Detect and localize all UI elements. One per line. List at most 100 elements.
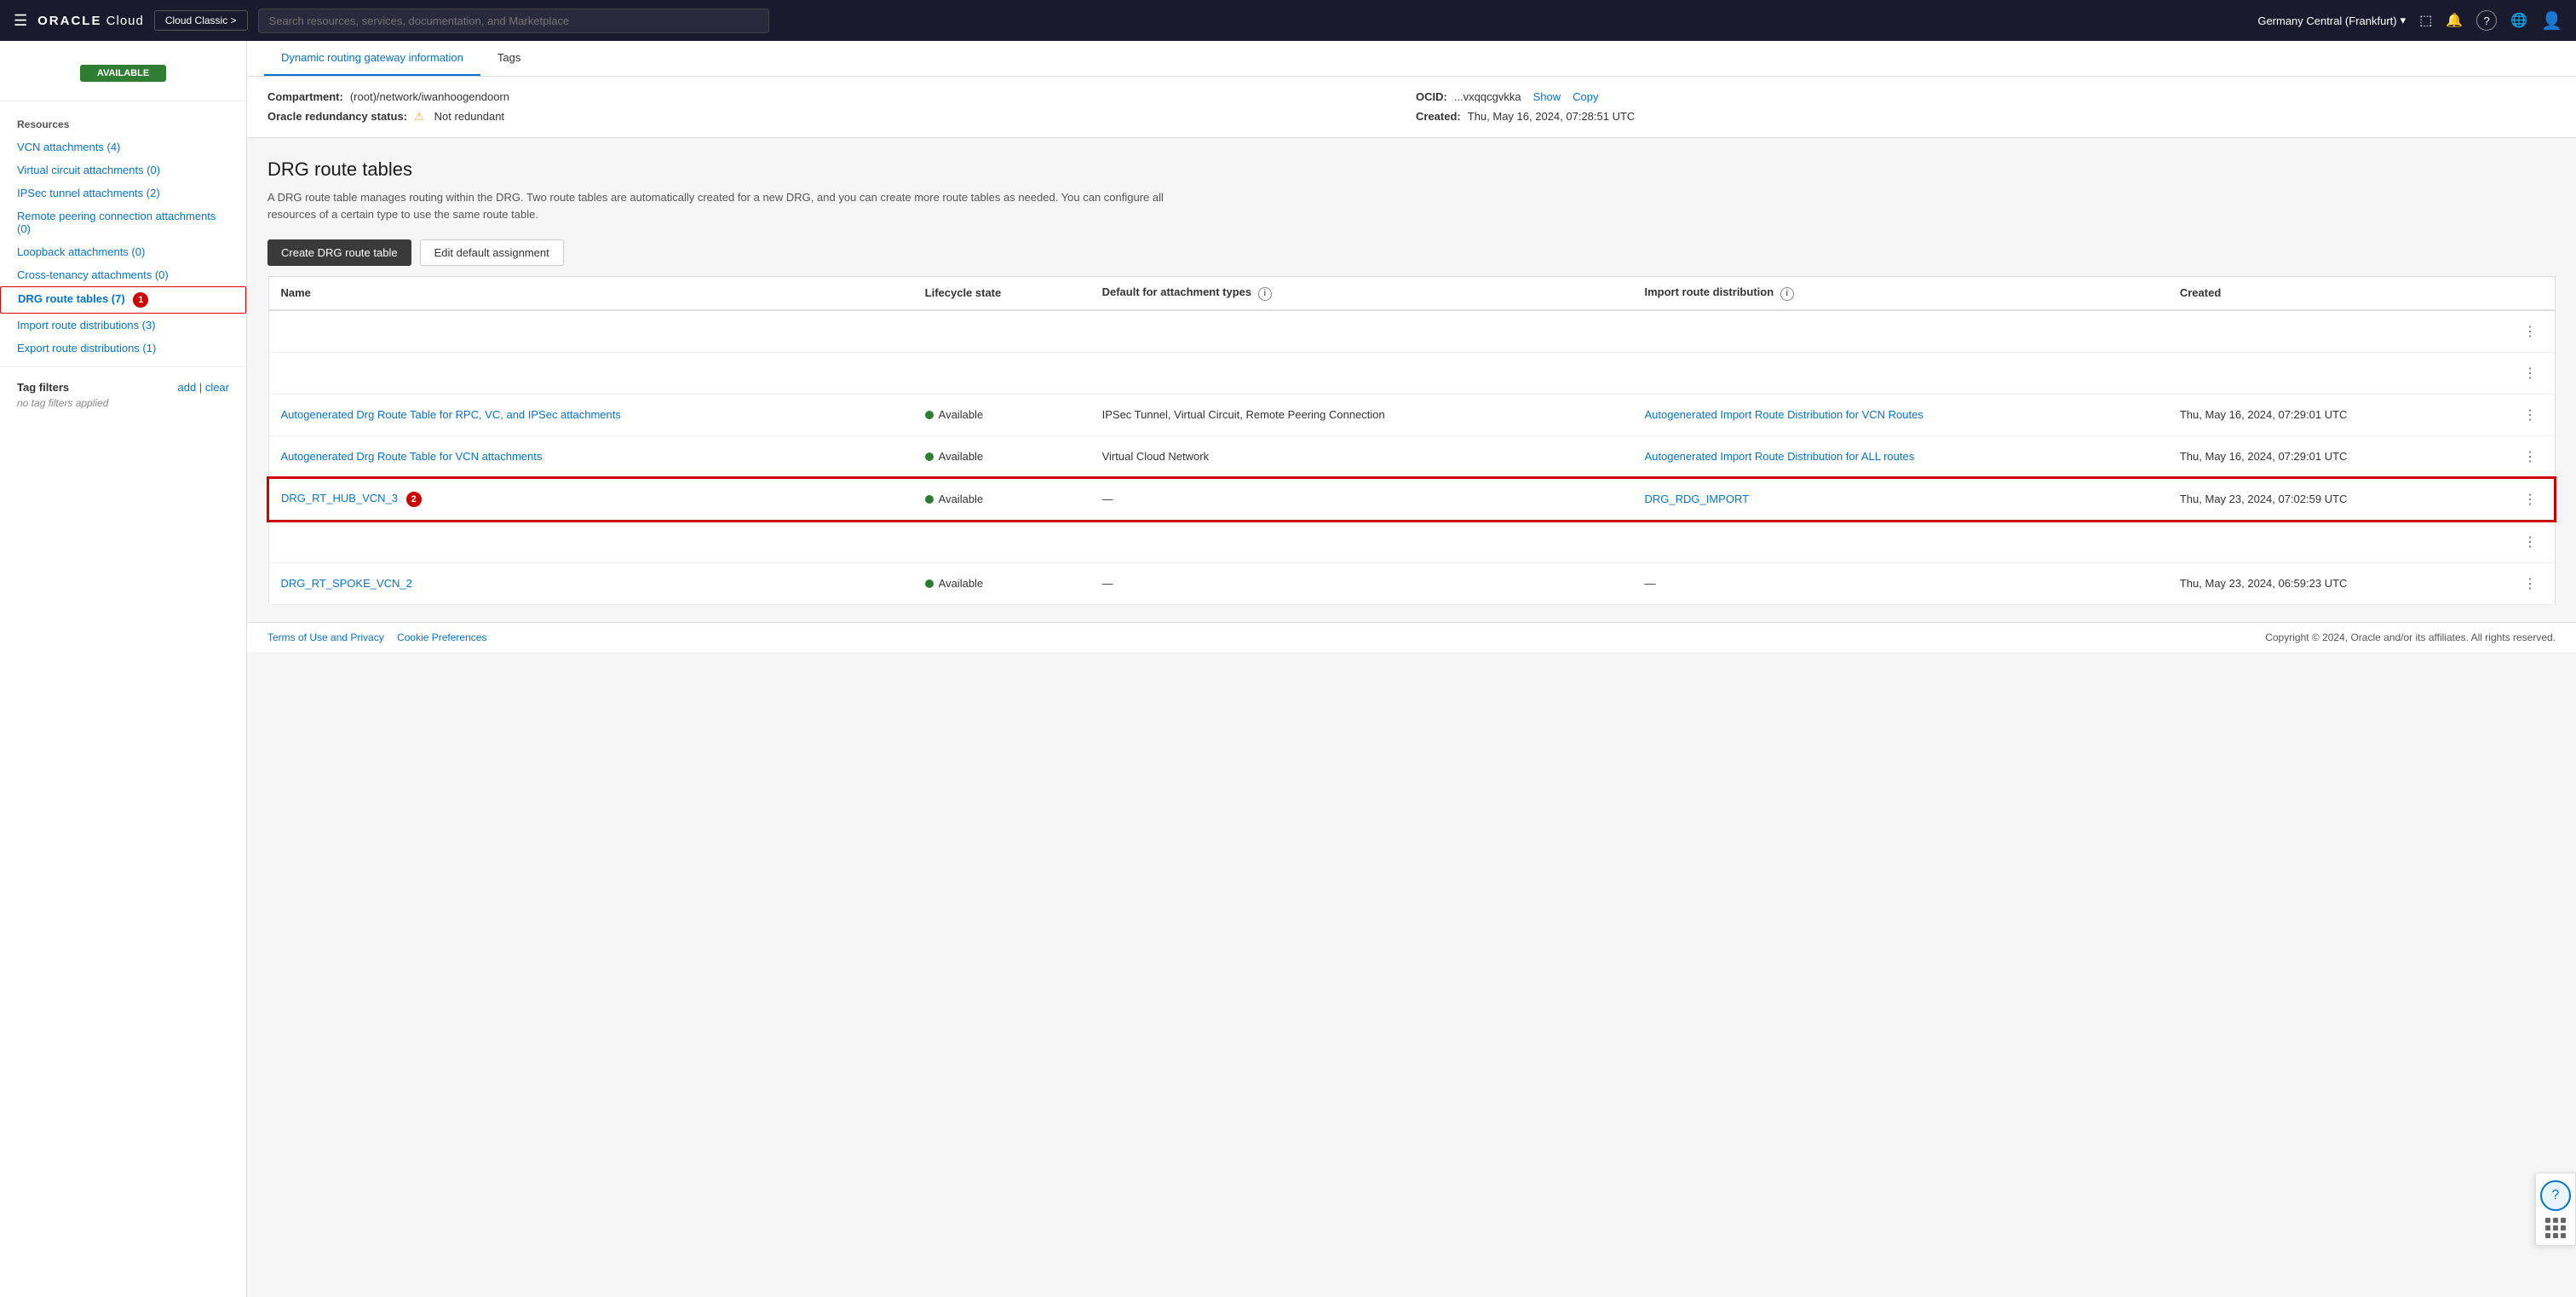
grid-dot bbox=[2561, 1218, 2566, 1223]
row-name-link-spoke[interactable]: DRG_RT_SPOKE_VCN_2 bbox=[281, 577, 412, 590]
table-row-empty-2: ⋮ bbox=[268, 352, 2555, 394]
col-actions bbox=[2506, 277, 2555, 310]
cookie-link[interactable]: Cookie Preferences bbox=[397, 631, 486, 643]
row-name-link-vcn[interactable]: Autogenerated Drg Route Table for VCN at… bbox=[281, 450, 543, 463]
grid-dot bbox=[2553, 1233, 2558, 1238]
status-label: Available bbox=[939, 450, 984, 463]
status-cell-hub: Available bbox=[925, 493, 1078, 505]
grid-dot bbox=[2561, 1233, 2566, 1238]
created-spoke: Thu, May 23, 2024, 06:59:23 UTC bbox=[2168, 562, 2506, 604]
ocid-value: ...vxqqcgvkka bbox=[1454, 90, 1521, 103]
row-name-link-rpc[interactable]: Autogenerated Drg Route Table for RPC, V… bbox=[281, 408, 621, 421]
status-dot-available bbox=[925, 579, 934, 588]
chevron-down-icon: ▾ bbox=[2401, 14, 2406, 27]
row-actions-button-hub[interactable]: ⋮ bbox=[2518, 489, 2542, 510]
edit-default-assignment-button[interactable]: Edit default assignment bbox=[420, 239, 564, 266]
tag-filters-title: Tag filters bbox=[17, 381, 69, 394]
compartment-row: Compartment: (root)/network/iwanhoogendo… bbox=[267, 90, 1407, 103]
clear-tag-filter-link[interactable]: clear bbox=[205, 381, 229, 394]
tab-tags[interactable]: Tags bbox=[480, 41, 538, 76]
default-for-hub: — bbox=[1090, 478, 1633, 521]
import-dist-link-vcn[interactable]: Autogenerated Import Route Distribution … bbox=[1644, 450, 1914, 463]
ocid-show-link[interactable]: Show bbox=[1533, 90, 1561, 103]
import-dist-link-hub[interactable]: DRG_RDG_IMPORT bbox=[1644, 493, 1749, 505]
sidebar-item-ipsec[interactable]: IPSec tunnel attachments (2) bbox=[0, 182, 246, 205]
info-tabs: Dynamic routing gateway information Tags bbox=[247, 41, 2576, 77]
help-widget-grid[interactable] bbox=[2545, 1218, 2566, 1238]
terms-link[interactable]: Terms of Use and Privacy bbox=[267, 631, 384, 643]
code-editor-icon[interactable]: ⬚ bbox=[2419, 12, 2432, 29]
main-content: Dynamic routing gateway information Tags… bbox=[247, 41, 2576, 1297]
grid-dot bbox=[2545, 1225, 2550, 1231]
status-cell-vcn: Available bbox=[925, 450, 1078, 463]
import-dist-link-rpc[interactable]: Autogenerated Import Route Distribution … bbox=[1644, 408, 1923, 421]
sidebar-item-remote-peering[interactable]: Remote peering connection attachments (0… bbox=[0, 205, 246, 240]
sidebar-item-import-route[interactable]: Import route distributions (3) bbox=[0, 314, 246, 337]
sidebar-item-vcn-attachments[interactable]: VCN attachments (4) bbox=[0, 135, 246, 159]
grid-dot bbox=[2553, 1218, 2558, 1223]
status-dot-available bbox=[925, 411, 934, 419]
default-for-spoke: — bbox=[1090, 562, 1633, 604]
sidebar-item-virtual-circuit[interactable]: Virtual circuit attachments (0) bbox=[0, 159, 246, 182]
user-avatar[interactable]: 👤 bbox=[2541, 10, 2562, 32]
sidebar-item-cross-tenancy[interactable]: Cross-tenancy attachments (0) bbox=[0, 263, 246, 286]
redundancy-row: Oracle redundancy status: ⚠ Not redundan… bbox=[267, 110, 1407, 124]
help-widget: ? bbox=[2535, 1173, 2576, 1246]
status-dot-available bbox=[925, 495, 934, 504]
redundancy-label: Oracle redundancy status: bbox=[267, 110, 407, 123]
grid-dot bbox=[2553, 1225, 2558, 1231]
col-created: Created bbox=[2168, 277, 2506, 310]
warning-icon: ⚠ bbox=[414, 110, 424, 124]
no-filters-text: no tag filters applied bbox=[17, 397, 229, 409]
row-actions-button-1[interactable]: ⋮ bbox=[2518, 321, 2542, 342]
sidebar-item-export-route[interactable]: Export route distributions (1) bbox=[0, 337, 246, 360]
footer-copyright: Copyright © 2024, Oracle and/or its affi… bbox=[2265, 631, 2556, 643]
page-footer: Terms of Use and Privacy Cookie Preferen… bbox=[247, 622, 2576, 652]
tag-separator: | bbox=[199, 381, 205, 394]
sidebar-item-loopback[interactable]: Loopback attachments (0) bbox=[0, 240, 246, 263]
col-default-attachment: Default for attachment types i bbox=[1090, 277, 1633, 310]
add-tag-filter-link[interactable]: add bbox=[177, 381, 196, 394]
row-name-link-hub[interactable]: DRG_RT_HUB_VCN_3 bbox=[281, 492, 398, 504]
row-actions-button-3[interactable]: ⋮ bbox=[2518, 532, 2542, 552]
search-input[interactable] bbox=[258, 9, 769, 33]
table-row: Autogenerated Drg Route Table for RPC, V… bbox=[268, 394, 2555, 435]
help-icon[interactable]: ? bbox=[2476, 10, 2497, 31]
created-rpc: Thu, May 16, 2024, 07:29:01 UTC bbox=[2168, 394, 2506, 435]
row-actions-button-spoke[interactable]: ⋮ bbox=[2518, 574, 2542, 594]
drg-route-tables-table: Name Lifecycle state Default for attachm… bbox=[267, 276, 2556, 605]
created-row: Created: Thu, May 16, 2024, 07:28:51 UTC bbox=[1416, 110, 2556, 123]
status-label: Available bbox=[939, 577, 984, 590]
cloud-classic-button[interactable]: Cloud Classic > bbox=[154, 10, 248, 31]
region-label: Germany Central (Frankfurt) bbox=[2257, 14, 2396, 27]
tab-drg-information[interactable]: Dynamic routing gateway information bbox=[264, 41, 480, 76]
sidebar: AVAILABLE Resources VCN attachments (4) … bbox=[0, 41, 247, 1297]
nav-right-controls: Germany Central (Frankfurt) ▾ ⬚ 🔔 ? 🌐 👤 bbox=[2257, 10, 2562, 32]
hub-row-badge: 2 bbox=[406, 492, 422, 507]
create-drg-route-table-button[interactable]: Create DRG route table bbox=[267, 239, 411, 266]
drg-title: DRG route tables bbox=[267, 159, 2556, 181]
grid-dot bbox=[2561, 1225, 2566, 1231]
region-selector[interactable]: Germany Central (Frankfurt) ▾ bbox=[2257, 14, 2406, 27]
drg-section: DRG route tables A DRG route table manag… bbox=[247, 138, 2576, 605]
redundancy-value: Not redundant bbox=[434, 110, 504, 123]
help-widget-icon[interactable]: ? bbox=[2540, 1180, 2571, 1211]
footer-links: Terms of Use and Privacy Cookie Preferen… bbox=[267, 631, 497, 643]
created-hub: Thu, May 23, 2024, 07:02:59 UTC bbox=[2168, 478, 2506, 521]
notifications-icon[interactable]: 🔔 bbox=[2446, 12, 2463, 29]
default-attachment-info-icon[interactable]: i bbox=[1258, 287, 1272, 301]
hamburger-menu-icon[interactable]: ☰ bbox=[14, 12, 27, 30]
compartment-value: (root)/network/iwanhoogendoorn bbox=[350, 90, 509, 103]
row-actions-button-2[interactable]: ⋮ bbox=[2518, 363, 2542, 383]
import-dist-info-icon[interactable]: i bbox=[1780, 287, 1794, 301]
ocid-copy-link[interactable]: Copy bbox=[1573, 90, 1598, 103]
row-actions-button-vcn[interactable]: ⋮ bbox=[2518, 447, 2542, 467]
oracle-logo: ORACLE Cloud bbox=[37, 14, 144, 28]
language-icon[interactable]: 🌐 bbox=[2510, 12, 2527, 29]
tag-filters-section: Tag filters add | clear no tag filters a… bbox=[0, 366, 246, 416]
row-actions-button-rpc[interactable]: ⋮ bbox=[2518, 405, 2542, 425]
status-section: AVAILABLE bbox=[0, 58, 246, 101]
ocid-row: OCID: ...vxqqcgvkka Show Copy bbox=[1416, 90, 2556, 103]
sidebar-item-drg-route-tables[interactable]: DRG route tables (7) 1 bbox=[0, 286, 246, 314]
created-label: Created: bbox=[1416, 110, 1461, 123]
